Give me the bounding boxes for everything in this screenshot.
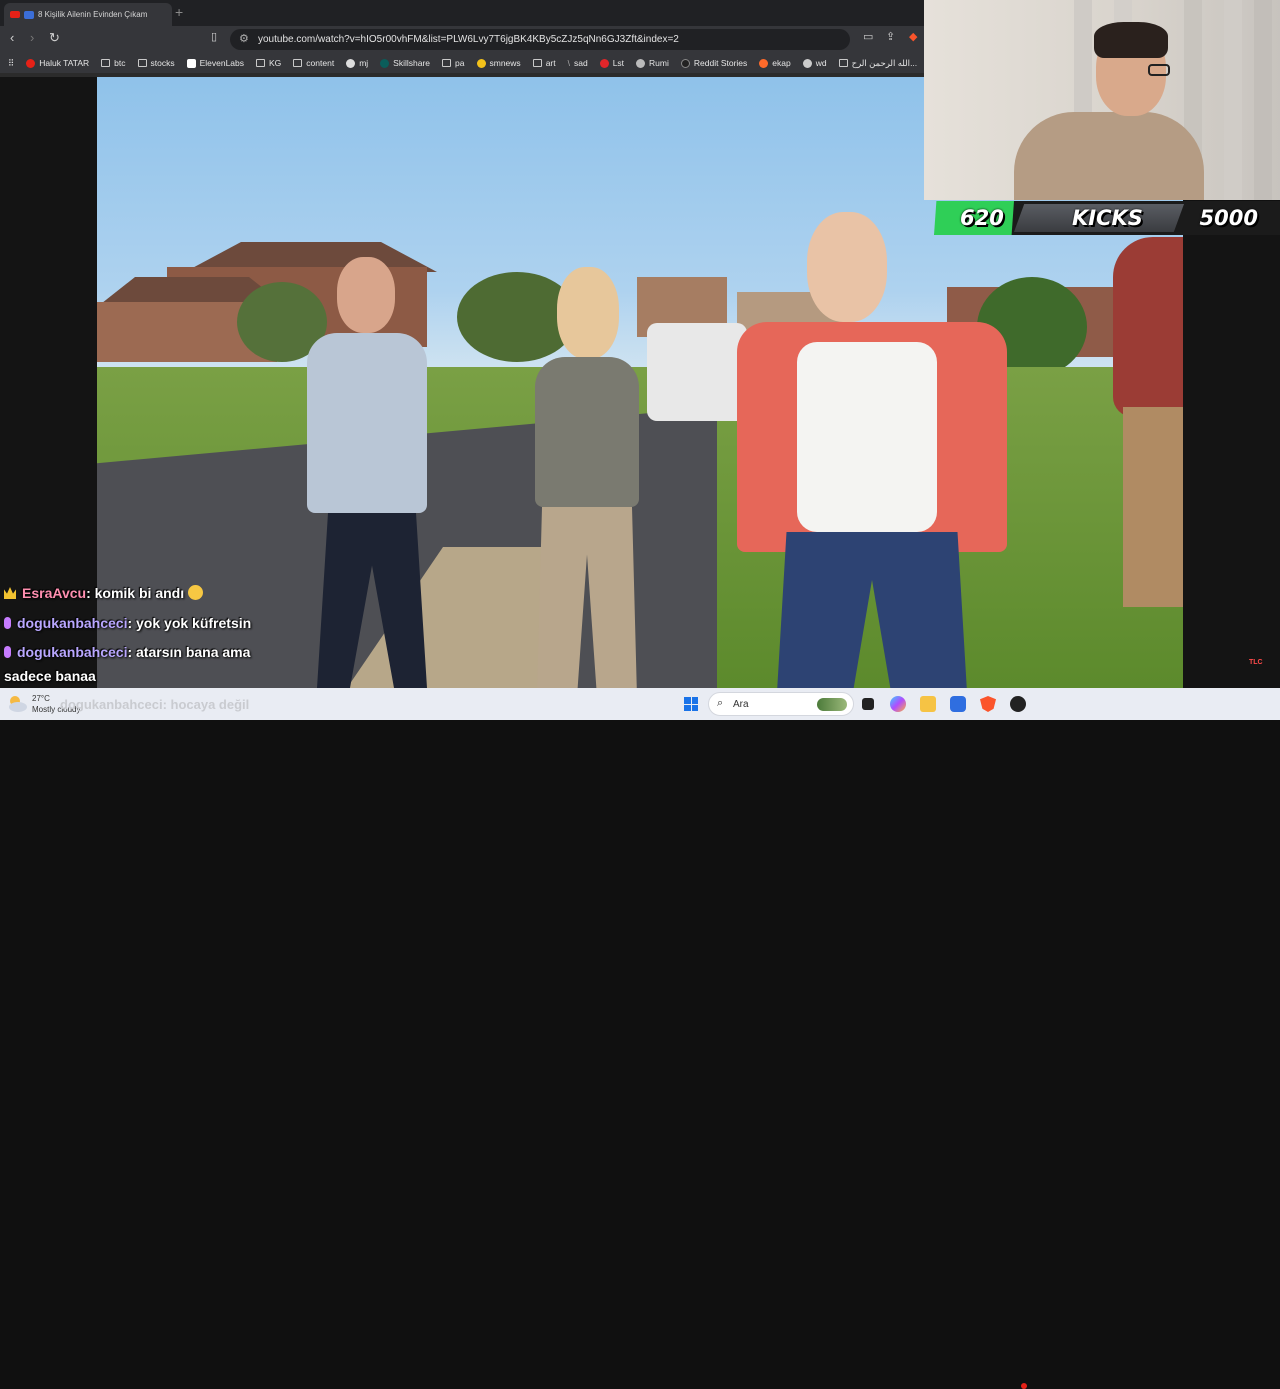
bookmarks-bar: ⠿ Haluk TATAR btc stocks ElevenLabs KG c… (0, 53, 924, 73)
kicks-goal-value: 5000 (1199, 206, 1258, 230)
chat-text: : komik bi andı (86, 585, 185, 601)
brave-shield-icon[interactable]: ◆ (909, 30, 917, 43)
bookmark-folder[interactable]: art (532, 58, 556, 68)
grinning-face-icon (188, 585, 204, 600)
bookmark-icon[interactable]: ▯ (211, 30, 217, 43)
bookmark-item[interactable]: Lst (599, 58, 624, 68)
chat-text: : atarsın bana ama (127, 644, 251, 660)
video-houses (97, 222, 1183, 377)
kicks-label: KICKS (1072, 206, 1143, 230)
snipping-tool-icon[interactable] (950, 696, 966, 712)
browser-window: 8 Kişilik Ailenin Evinden Çıkam + ‹ › ↻ … (0, 0, 924, 77)
tab-bar: 8 Kişilik Ailenin Evinden Çıkam + (0, 0, 924, 26)
brave-icon[interactable] (980, 696, 996, 712)
streamer-glasses (1148, 64, 1170, 76)
chat-message: EsraAvcu: komik bi andı (4, 585, 204, 601)
kicks-goal-bar: 620 KICKS 5000 (934, 201, 1280, 235)
cast-icon[interactable]: ▭ (863, 30, 873, 43)
bookmark-item[interactable]: wd (802, 58, 827, 68)
bookmark-item[interactable]: ElevenLabs (186, 58, 244, 68)
streamer-shirt (1014, 112, 1204, 200)
streamer-hair (1094, 22, 1168, 58)
obs-icon[interactable] (1010, 696, 1026, 712)
chat-username: dogukanbahceci (17, 615, 128, 631)
apps-icon[interactable]: ⠿ (8, 58, 14, 69)
playlist-icon (24, 10, 34, 19)
search-placeholder: Ara (733, 699, 749, 710)
tlc-watermark: TLC (1249, 659, 1263, 666)
task-view-icon[interactable] (862, 698, 874, 710)
windows-taskbar: 27°C Mostly cloudy dogukanbahceci: hocay… (0, 688, 1280, 1389)
chat-text: : yok yok küfretsin (127, 615, 252, 631)
video-car (647, 323, 747, 421)
webcam-overlay (924, 0, 1280, 200)
chat-username: EsraAvcu (22, 585, 87, 601)
bookmark-item[interactable]: ekap (759, 58, 791, 68)
chat-message: sadece banaa (4, 668, 96, 684)
bookmark-item[interactable]: Haluk TATAR (26, 58, 89, 68)
youtube-icon (10, 11, 20, 18)
video-letterbox-right (1183, 235, 1280, 688)
bookmark-folder[interactable]: btc (101, 58, 126, 68)
mic-badge-icon (4, 646, 11, 658)
bookmark-item[interactable]: \ sad (568, 58, 588, 68)
video-hedge (1113, 237, 1183, 417)
share-icon[interactable]: ⇪ (886, 30, 895, 43)
taskbar-search[interactable]: ⌕ Ara (708, 692, 854, 716)
url-text: youtube.com/watch?v=hIO5r00vhFM&list=PLW… (258, 34, 679, 45)
chat-username: dogukanbahceci (17, 644, 128, 660)
forward-icon[interactable]: › (30, 30, 34, 45)
chat-message: dogukanbahceci: yok yok küfretsin (4, 615, 251, 631)
bookmark-folder[interactable]: content (293, 58, 334, 68)
search-icon: ⌕ (717, 697, 724, 709)
file-explorer-icon[interactable] (920, 696, 936, 712)
bookmark-item[interactable]: Skillshare (380, 58, 430, 68)
bookmark-folder[interactable]: stocks (137, 58, 175, 68)
address-row: ‹ › ↻ ▯ ⚙ youtube.com/watch?v=hIO5r00vhF… (0, 26, 924, 53)
temperature: 27°C (32, 694, 50, 703)
back-icon[interactable]: ‹ (10, 30, 14, 45)
bookmark-item[interactable]: الله الرحمن الرح... (838, 58, 917, 69)
copilot-icon[interactable] (890, 696, 906, 712)
video-brick-wall (1123, 407, 1183, 607)
chat-text: sadece banaa (4, 668, 96, 684)
site-info-icon[interactable]: ⚙ (239, 32, 249, 45)
chat-message: dogukanbahceci: atarsın bana ama (4, 644, 250, 660)
browser-tab[interactable]: 8 Kişilik Ailenin Evinden Çıkam (4, 3, 172, 26)
bookmark-folder[interactable]: KG (256, 58, 281, 68)
search-highlight-image (817, 698, 847, 711)
crown-badge-icon (4, 587, 16, 599)
mic-badge-icon (4, 617, 11, 629)
windows-start-icon[interactable] (684, 697, 698, 711)
bookmark-folder[interactable]: pa (442, 58, 465, 68)
kicks-current-value: 620 (960, 206, 1004, 230)
bookmark-item[interactable]: smnews (476, 58, 521, 68)
bookmark-item[interactable]: Rumi (636, 58, 669, 68)
tab-title: 8 Kişilik Ailenin Evinden Çıkam (38, 10, 148, 19)
bookmark-item[interactable]: mj (346, 58, 368, 68)
new-tab-button[interactable]: + (175, 4, 183, 20)
reload-icon[interactable]: ↻ (49, 30, 60, 46)
address-bar[interactable]: ⚙ youtube.com/watch?v=hIO5r00vhFM&list=P… (230, 29, 850, 50)
cloud-icon[interactable] (6, 693, 28, 715)
chat-message-faded: dogukanbahceci: hocaya değil (60, 697, 250, 712)
bookmark-item[interactable]: Reddit Stories (680, 58, 747, 68)
